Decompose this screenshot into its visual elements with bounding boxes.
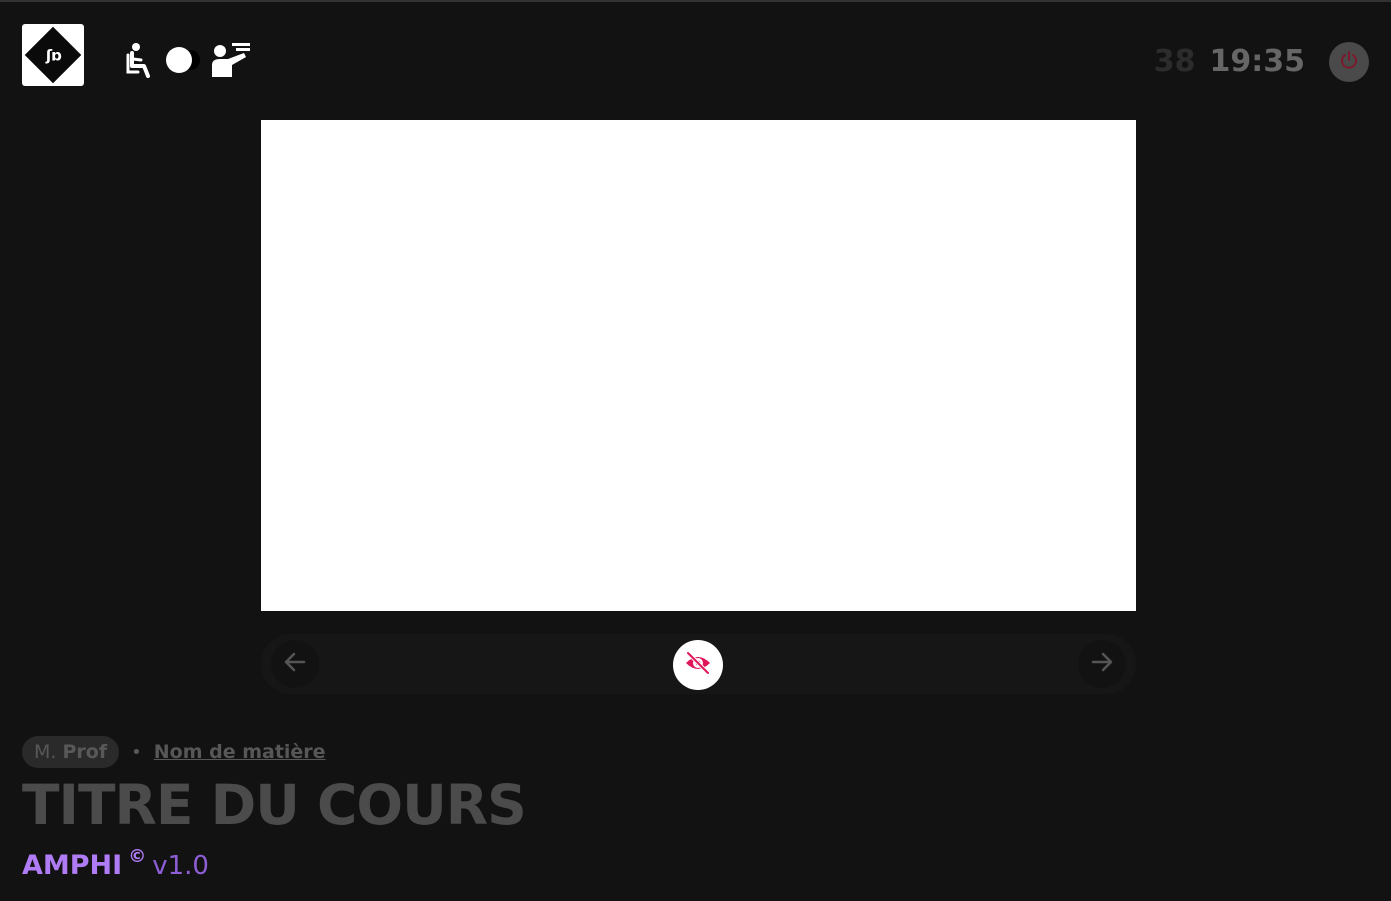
professor-badge: M. Prof (22, 736, 120, 768)
professor-prefix: M. (34, 741, 57, 763)
subject-link[interactable]: Nom de matière (154, 741, 326, 763)
power-icon (1339, 50, 1359, 75)
slide-controls (261, 634, 1136, 694)
mode-toggle[interactable] (166, 47, 200, 73)
power-button[interactable] (1329, 42, 1369, 82)
seated-student-icon (124, 42, 156, 78)
brand-name: AMPHI (22, 850, 123, 881)
arrow-left-icon (282, 649, 308, 680)
app-version: v1.0 (152, 851, 209, 881)
clock: 38 19:35 (1154, 44, 1305, 79)
clock-seconds: 38 (1153, 44, 1196, 79)
logo-diamond: ʃɒ (24, 26, 82, 84)
course-title: TITRE DU COURS (22, 773, 527, 837)
app-logo[interactable]: ʃɒ (22, 24, 84, 86)
professor-name: Prof (62, 741, 108, 763)
toggle-knob (166, 47, 192, 73)
copyright-symbol: © (128, 846, 147, 867)
app-brand: AMPHI © v1.0 (22, 846, 209, 881)
slide-viewer (261, 120, 1136, 611)
mode-switch[interactable] (124, 38, 252, 82)
next-slide-button[interactable] (1078, 640, 1126, 688)
arrow-right-icon (1089, 649, 1115, 680)
meta-separator: • (131, 741, 142, 763)
teacher-presenting-icon (210, 41, 252, 79)
toggle-visibility-button[interactable] (673, 640, 723, 690)
logo-mark: ʃɒ (45, 46, 61, 64)
eye-off-icon (684, 649, 712, 682)
course-meta: M. Prof • Nom de matière (22, 736, 326, 768)
clock-time: 19:35 (1209, 44, 1306, 79)
previous-slide-button[interactable] (271, 640, 319, 688)
